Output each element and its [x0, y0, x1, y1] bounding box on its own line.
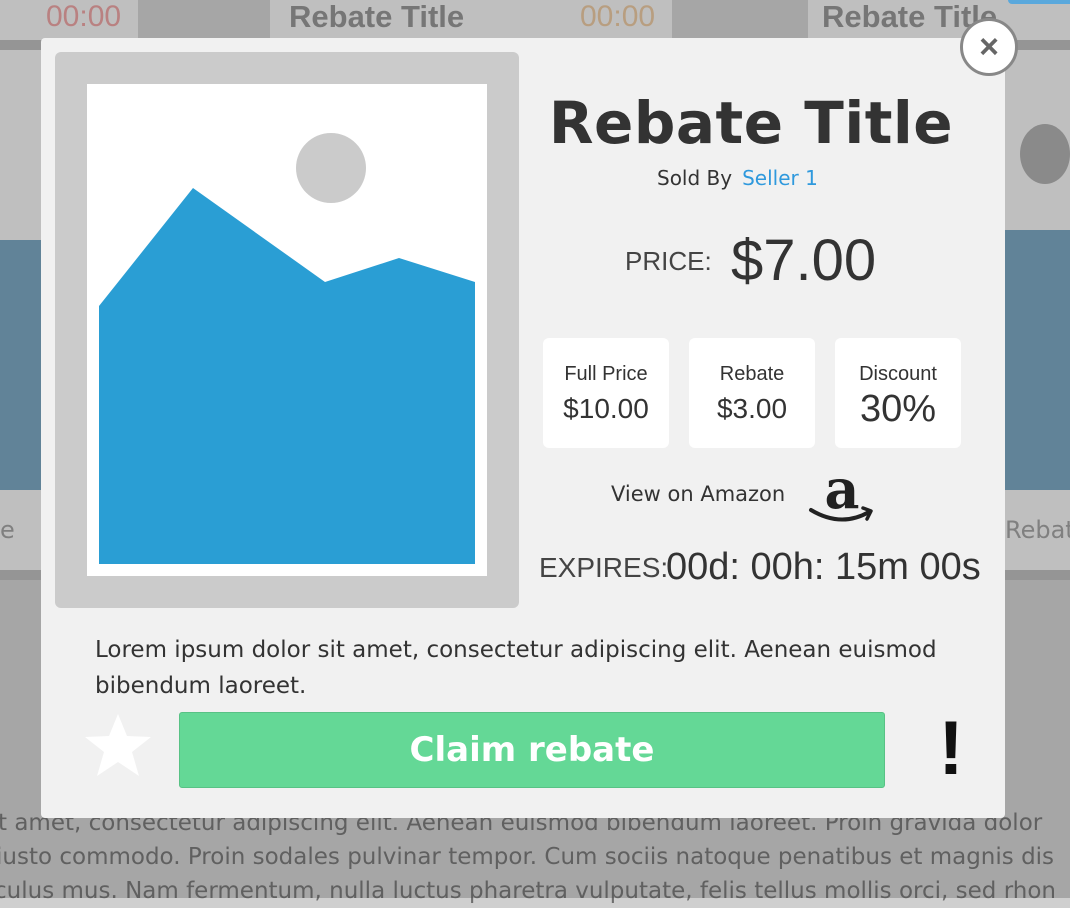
- full-price-label: Full Price: [564, 363, 648, 385]
- sold-by: Sold By Seller 1: [657, 166, 818, 190]
- discount-value: 30%: [859, 388, 937, 430]
- rebate-amount-label: Rebate: [719, 363, 785, 385]
- landscape-icon: [99, 133, 475, 564]
- seller-link[interactable]: Seller 1: [742, 166, 818, 190]
- rebate-description: Lorem ipsum dolor sit amet, consectetur …: [95, 637, 937, 699]
- star-icon-shape: [85, 714, 151, 776]
- bg-accent-tab: [1008, 0, 1070, 4]
- rebate-amount-value: $3.00: [716, 393, 788, 424]
- full-price-value: $10.00: [563, 393, 649, 424]
- report-icon[interactable]: !: [931, 711, 971, 787]
- price-label: PRICE:: [625, 246, 712, 276]
- view-on-amazon-link[interactable]: View on Amazon: [611, 482, 785, 506]
- rebate-modal: Rebate Title Sold By Seller 1 PRICE: $7.0…: [41, 38, 1005, 818]
- amazon-logo-icon[interactable]: a: [807, 457, 877, 526]
- amazon-logo-icon: a: [809, 457, 873, 522]
- star-icon[interactable]: [83, 710, 153, 780]
- rebate-amount-box: Rebate $3.00: [689, 338, 815, 448]
- svg-text:a: a: [825, 466, 860, 521]
- expires-label: EXPIRES:: [539, 552, 669, 583]
- countdown-timer: 00d: 00h: 15m 00s: [666, 546, 981, 588]
- product-image: [55, 52, 519, 608]
- image-placeholder-icon: [87, 84, 487, 576]
- discount-label: Discount: [859, 363, 937, 385]
- price-value: $7.00: [731, 228, 877, 293]
- full-price-box: Full Price $10.00: [543, 338, 669, 448]
- claim-rebate-button[interactable]: Claim rebate: [179, 712, 885, 788]
- close-icon[interactable]: ×: [960, 18, 1018, 76]
- sold-by-label: Sold By: [657, 166, 733, 190]
- discount-box: Discount 30%: [835, 338, 961, 448]
- rebate-title: Rebate Title: [548, 89, 954, 157]
